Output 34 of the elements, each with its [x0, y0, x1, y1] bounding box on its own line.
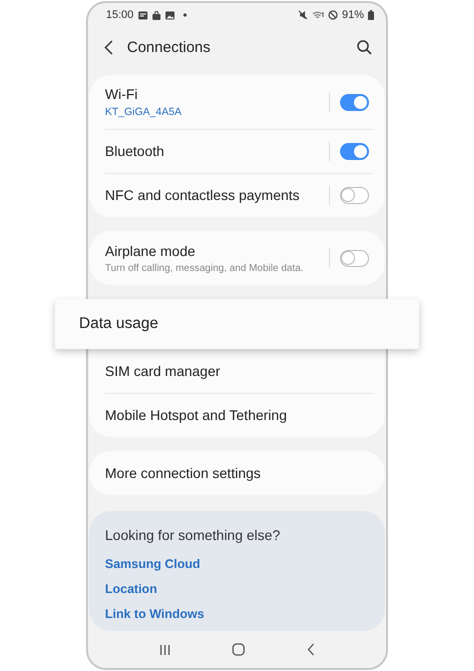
back-icon[interactable] — [307, 643, 316, 656]
mute-icon — [298, 10, 308, 20]
toggle-switch[interactable] — [340, 186, 369, 204]
home-icon[interactable] — [232, 643, 246, 656]
suggestion-link[interactable]: Samsung Cloud — [105, 557, 369, 571]
recent-apps-icon[interactable] — [158, 644, 171, 656]
wifi-icon — [312, 10, 324, 20]
highlighted-menu-item[interactable]: Data usage — [55, 299, 419, 349]
setting-label[interactable]: Bluetooth — [105, 143, 329, 159]
setting-label[interactable]: Wi-Fi — [105, 86, 329, 102]
menu-item[interactable]: More connection settings — [105, 465, 261, 481]
menu-item[interactable]: SIM card manager — [105, 363, 220, 379]
clock: 15:00 — [106, 9, 134, 21]
bag-icon — [152, 10, 161, 20]
toggle-switch[interactable] — [340, 142, 369, 160]
battery-percent: 91% — [342, 9, 364, 21]
back-icon[interactable] — [104, 40, 113, 54]
toggle-switch[interactable] — [340, 94, 369, 110]
search-icon[interactable] — [357, 40, 372, 54]
page-title: Connections — [127, 38, 212, 56]
setting-subtitle: KT_GiGA_4A5A — [105, 106, 182, 118]
setting-label[interactable]: Airplane mode — [105, 242, 329, 258]
dot-icon — [182, 13, 187, 17]
image-icon — [164, 10, 175, 20]
toggle-switch[interactable] — [340, 250, 369, 266]
suggestion-link[interactable]: Link to Windows — [105, 607, 369, 621]
suggestion-link[interactable]: Location — [105, 582, 369, 596]
blocked-icon — [328, 10, 338, 20]
battery-icon — [368, 10, 374, 20]
setting-subtitle: Turn off calling, messaging, and Mobile data. — [105, 262, 304, 274]
menu-item[interactable]: Mobile Hotspot and Tethering — [105, 407, 287, 423]
message-icon — [138, 10, 148, 20]
setting-label[interactable]: NFC and contactless payments — [105, 187, 329, 203]
suggestions-title: Looking for something else? — [105, 527, 282, 543]
